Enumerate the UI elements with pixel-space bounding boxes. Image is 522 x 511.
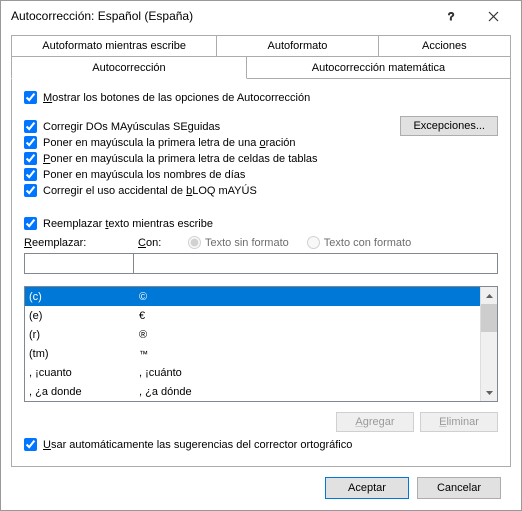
formatted-text-label: Texto con formato [324,237,411,249]
with-input[interactable] [133,253,498,274]
replace-label: Reemplazar: [24,237,138,249]
scroll-down-icon[interactable] [481,384,497,401]
replace-typing-label: Reemplazar texto mientras escribe [43,218,213,230]
replace-input[interactable] [24,253,134,274]
auto-suggest-checkbox[interactable] [24,438,37,451]
help-button[interactable]: ? [433,2,473,30]
day-names-label: Poner en mayúscula los nombres de días [43,169,245,181]
cell-cap-label: Poner en mayúscula la primera letra de c… [43,153,318,165]
delete-button[interactable]: Eliminar [420,412,498,432]
two-caps-checkbox[interactable] [24,120,37,133]
cell-cap-checkbox[interactable] [24,152,37,165]
show-buttons-label: Mostrar los botones de las opciones de A… [43,92,310,104]
tab-autoformat-typing[interactable]: Autoformato mientras escribe [11,35,217,57]
close-button[interactable] [473,2,513,30]
cancel-button[interactable]: Cancelar [417,477,501,499]
plain-text-label: Texto sin formato [205,237,289,249]
exceptions-button[interactable]: Excepciones... [400,116,498,136]
list-item[interactable]: (tm)™ [25,344,480,363]
list-scrollbar[interactable] [480,287,497,401]
day-names-checkbox[interactable] [24,168,37,181]
caps-lock-label: Corregir el uso accidental de bLOQ mAYÚS [43,185,257,197]
sentence-cap-checkbox[interactable] [24,136,37,149]
tab-actions[interactable]: Acciones [378,35,511,57]
sentence-cap-label: Poner en mayúscula la primera letra de u… [43,137,296,149]
window-title: Autocorrección: Español (España) [11,9,433,23]
plain-text-radio [188,236,201,249]
show-buttons-checkbox[interactable] [24,91,37,104]
formatted-text-radio [307,236,320,249]
caps-lock-checkbox[interactable] [24,184,37,197]
list-item[interactable]: , ¡cuanto, ¡cuánto [25,363,480,382]
two-caps-label: Corregir DOs MAyúsculas SEguidas [43,121,220,133]
list-item[interactable]: (r)® [25,325,480,344]
tab-autoformat[interactable]: Autoformato [216,35,378,57]
scroll-thumb[interactable] [481,304,497,332]
scroll-up-icon[interactable] [481,287,497,304]
list-item[interactable]: (c)© [25,287,480,306]
list-item[interactable]: (e)€ [25,306,480,325]
list-item[interactable]: , ¿a donde, ¿a dónde [25,382,480,401]
ok-button[interactable]: Aceptar [325,477,409,499]
tab-math-autocorrect[interactable]: Autocorrección matemática [246,57,511,79]
tab-autocorrect[interactable]: Autocorrección [11,57,247,79]
auto-suggest-label: Usar automáticamente las sugerencias del… [43,439,352,451]
replacements-list[interactable]: (c)© (e)€ (r)® (tm)™ , ¡cuanto, ¡cuánto … [24,286,498,402]
replace-typing-checkbox[interactable] [24,217,37,230]
svg-text:?: ? [448,11,454,23]
with-label: Con: [138,237,182,249]
add-button[interactable]: AAgregargregar [336,412,414,432]
